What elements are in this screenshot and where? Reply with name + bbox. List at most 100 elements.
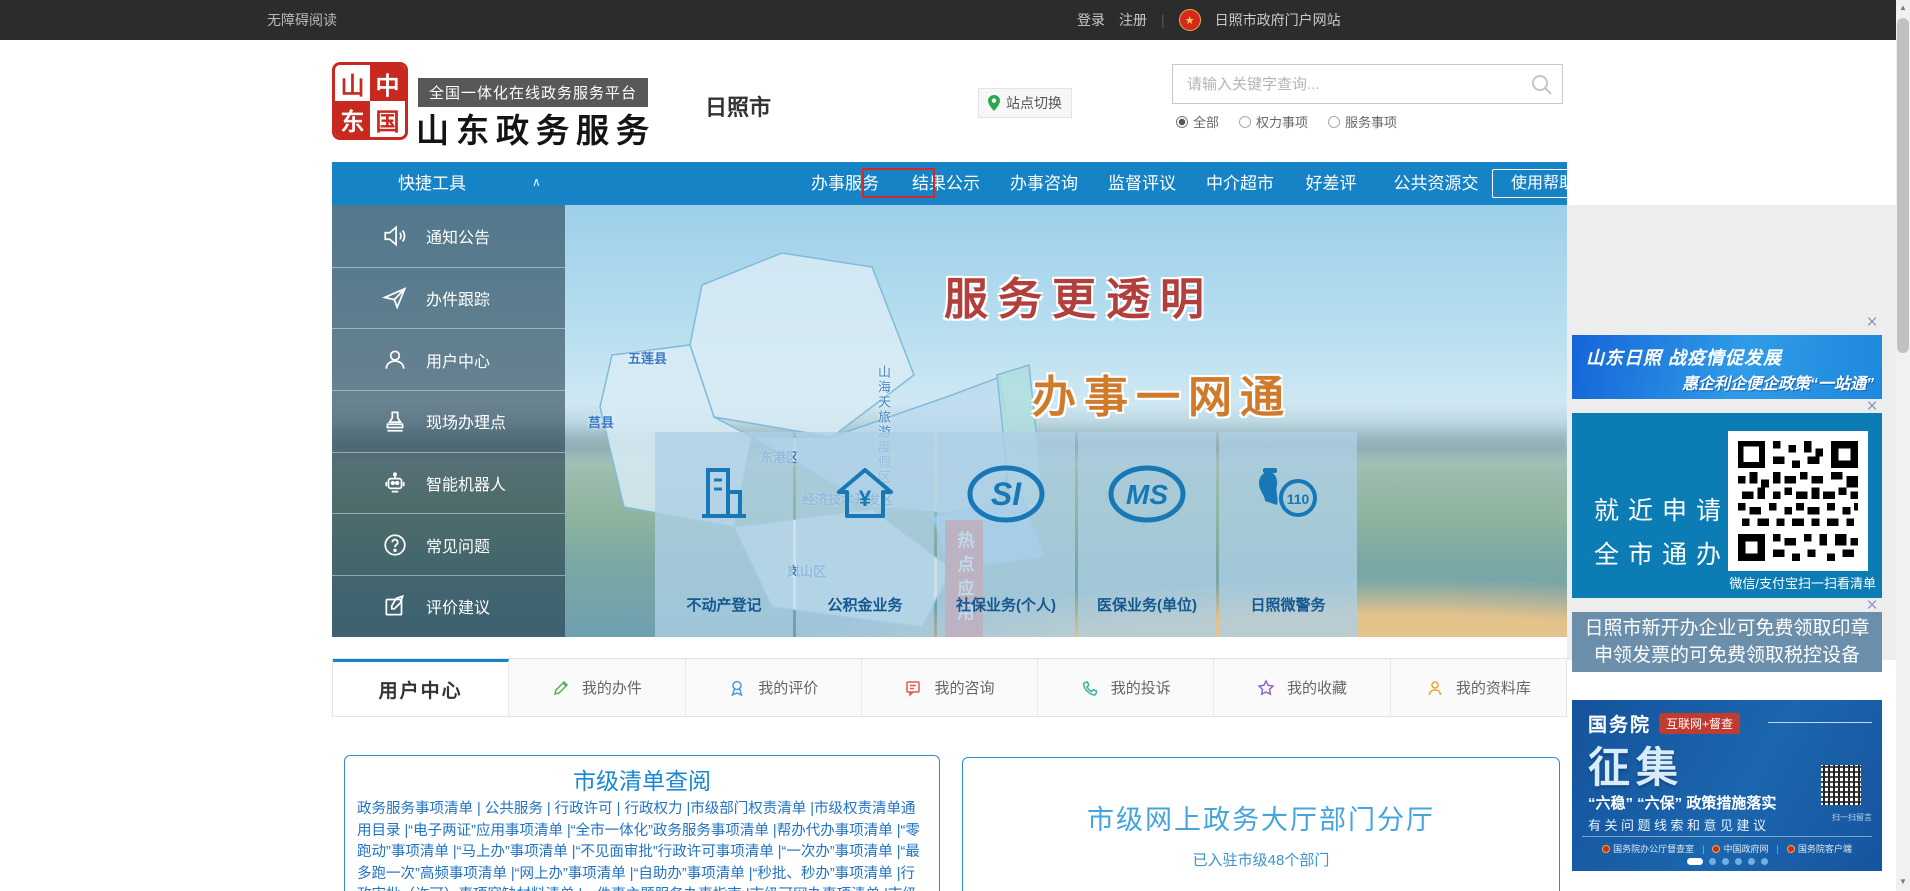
- help-button[interactable]: 使用帮助: [1492, 169, 1594, 198]
- app-card-label: 社保业务(个人): [937, 594, 1075, 615]
- tab-my-complaints[interactable]: 我的投诉: [1038, 659, 1214, 716]
- accessibility-link[interactable]: 无障碍阅读: [267, 0, 337, 40]
- svg-text:110: 110: [1287, 491, 1310, 507]
- qr-caption: 扫一扫留言: [1832, 812, 1872, 823]
- scope-radio-power[interactable]: 权力事项: [1239, 112, 1308, 131]
- stamp-icon: [382, 408, 408, 434]
- menu-item-tracking[interactable]: 办件跟踪: [332, 267, 565, 329]
- user-center-tabs: 用户中心 我的办件 我的评价 我的咨询 我的投诉 我的收藏 我的资料库: [332, 658, 1567, 717]
- menu-item-user-center[interactable]: 用户中心: [332, 328, 565, 390]
- app-card-housing-fund[interactable]: ¥ 公积金业务: [796, 432, 934, 637]
- carousel-dot[interactable]: [1761, 858, 1768, 865]
- radio-icon: [1239, 116, 1251, 128]
- carousel-dots: [1572, 858, 1882, 865]
- epidemic-policy-banner[interactable]: 山东日照 战疫情促发展 惠企利企便企政策“一站通”: [1572, 335, 1882, 399]
- scope-radio-service[interactable]: 服务事项: [1328, 112, 1397, 131]
- citywide-service-qr-banner[interactable]: 就近申请 全市通办: [1572, 413, 1882, 598]
- chevron-up-icon: ∧: [532, 162, 541, 203]
- portal-site-link[interactable]: 日照市政府门户网站: [1215, 10, 1341, 30]
- emblem-icon: [1787, 845, 1795, 853]
- register-link[interactable]: 注册: [1119, 10, 1147, 30]
- gov-banner-footer: 国务院办公厅督查室 | 中国政府网 | 国务院客户端: [1572, 842, 1882, 855]
- app-card-label: 不动产登记: [655, 594, 793, 615]
- ms-badge-icon: MS: [1105, 462, 1189, 526]
- search-input[interactable]: [1173, 65, 1562, 103]
- page-scrollbar[interactable]: ▲ ▼: [1896, 0, 1910, 891]
- qr-code: [1728, 431, 1868, 571]
- tab-label: 我的收藏: [1287, 677, 1347, 698]
- notice-line: 申领发票的可免费领取税控设备: [1572, 642, 1882, 669]
- footer-item: 国务院客户端: [1798, 842, 1852, 855]
- nav-item-review[interactable]: 好差评: [1283, 162, 1379, 205]
- nav-item-results[interactable]: 结果公示: [898, 162, 994, 205]
- scroll-up-arrow[interactable]: ▲: [1896, 1, 1910, 15]
- scrollbar-thumb[interactable]: [1897, 18, 1909, 353]
- menu-item-notices[interactable]: 通知公告: [332, 205, 565, 267]
- radio-icon: [1328, 116, 1340, 128]
- carousel-dot[interactable]: [1709, 858, 1716, 865]
- app-card-social-insurance[interactable]: SI 社保业务(个人): [937, 432, 1075, 637]
- divider-line: [1582, 836, 1872, 837]
- quick-tools-label: 快捷工具: [398, 162, 466, 205]
- new-business-notice-banner[interactable]: 日照市新开办企业可免费领取印章 申领发票的可免费领取税控设备: [1572, 612, 1882, 672]
- search-icon[interactable]: [1530, 73, 1554, 97]
- city-name: 日照市: [705, 90, 771, 122]
- edit-icon: [382, 593, 408, 619]
- nav-item-supervise[interactable]: 监督评议: [1094, 162, 1190, 205]
- map-label-juxian: 莒县: [588, 412, 614, 431]
- tab-my-consults[interactable]: 我的咨询: [862, 659, 1038, 716]
- nav-item-consult[interactable]: 办事咨询: [996, 162, 1092, 205]
- tab-my-favorites[interactable]: 我的收藏: [1214, 659, 1390, 716]
- app-card-label: 公积金业务: [796, 594, 934, 615]
- footer-item: 中国政府网: [1723, 842, 1768, 855]
- banner-slogan-2: 办事一网通: [1032, 361, 1292, 425]
- star-icon: [1257, 679, 1275, 697]
- search-scope-group: 全部 权力事项 服务事项: [1176, 112, 1397, 131]
- carousel-dot[interactable]: [1722, 858, 1729, 865]
- app-card-medical-insurance[interactable]: MS 医保业务(单位): [1078, 432, 1216, 637]
- close-icon[interactable]: ×: [1862, 314, 1882, 332]
- state-council-banner[interactable]: 国务院 互联网+督查 征集 “六稳” “六保” 政策措施落实 有关问题线索和意见…: [1572, 700, 1882, 871]
- user-icon: [382, 347, 408, 373]
- list-panel-links[interactable]: 政务服务事项清单 | 公共服务 | 行政许可 | 行政权力 |市级部门权责清单 …: [345, 799, 939, 891]
- menu-item-faq[interactable]: 常见问题: [332, 513, 565, 575]
- menu-item-label: 用户中心: [426, 348, 490, 372]
- carousel-dot[interactable]: [1748, 858, 1755, 865]
- seal-char: 山: [335, 65, 370, 101]
- chat-doc-icon: [904, 679, 922, 697]
- site-switch-button[interactable]: 站点切换: [978, 88, 1072, 118]
- banner-text: 全市通办: [1594, 535, 1730, 571]
- dept-hall-panel[interactable]: 市级网上政务大厅部门分厅 已入驻市级48个部门: [962, 757, 1560, 891]
- app-card-police[interactable]: 110 日照微警务: [1219, 432, 1357, 637]
- login-link[interactable]: 登录: [1077, 10, 1105, 30]
- tab-my-library[interactable]: 我的资料库: [1391, 659, 1566, 716]
- tab-my-items[interactable]: 我的办件: [509, 659, 685, 716]
- location-pin-icon: [988, 95, 1000, 111]
- scope-label: 权力事项: [1256, 112, 1308, 131]
- menu-item-feedback[interactable]: 评价建议: [332, 575, 565, 637]
- scroll-down-arrow[interactable]: ▼: [1896, 875, 1910, 889]
- menu-item-label: 常见问题: [426, 533, 490, 557]
- app-card-label: 医保业务(单位): [1078, 594, 1216, 615]
- footer-separator: |: [1777, 844, 1779, 854]
- carousel-dot[interactable]: [1735, 858, 1742, 865]
- seal-char: 国: [370, 101, 405, 137]
- scope-radio-all[interactable]: 全部: [1176, 112, 1219, 131]
- tab-label: 我的评价: [758, 677, 818, 698]
- banner-text: 惠企利企便企政策“一站通”: [1682, 370, 1874, 394]
- menu-item-robot[interactable]: 智能机器人: [332, 452, 565, 514]
- app-card-real-estate[interactable]: 不动产登记: [655, 432, 793, 637]
- quick-tools-menu: 通知公告 办件跟踪 用户中心 现场办理点 智能机器人 常见问题: [332, 205, 565, 637]
- city-list-panel: 市级清单查阅 政务服务事项清单 | 公共服务 | 行政许可 | 行政权力 |市级…: [344, 755, 940, 891]
- nav-quick-tools[interactable]: 快捷工具 ∧: [332, 162, 565, 205]
- menu-item-onsite[interactable]: 现场办理点: [332, 390, 565, 452]
- tab-user-center[interactable]: 用户中心: [333, 659, 509, 716]
- menu-item-label: 评价建议: [426, 594, 490, 618]
- tab-label: 我的咨询: [934, 677, 994, 698]
- carousel-dot-active[interactable]: [1687, 858, 1703, 865]
- tab-my-reviews[interactable]: 我的评价: [686, 659, 862, 716]
- tab-label: 我的投诉: [1111, 677, 1171, 698]
- nav-item-agency[interactable]: 中介超市: [1192, 162, 1288, 205]
- person-icon: [1426, 679, 1444, 697]
- footer-separator: |: [1702, 844, 1704, 854]
